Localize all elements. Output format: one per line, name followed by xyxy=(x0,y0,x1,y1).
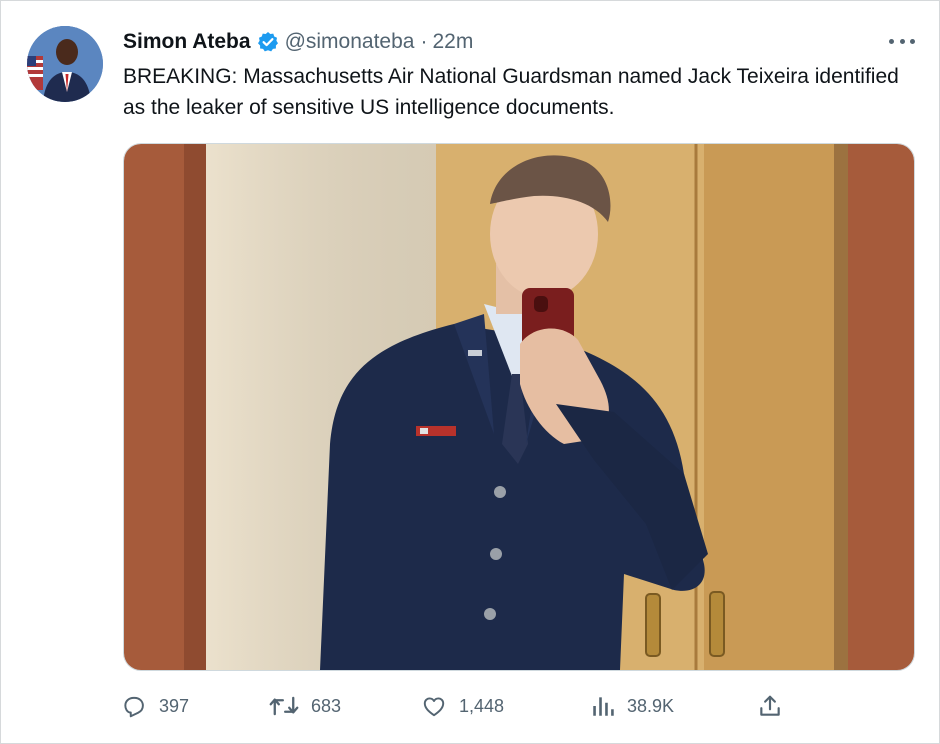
tweet-actions: 397 683 1,448 38.9K xyxy=(121,689,801,723)
views-chart-icon xyxy=(593,697,614,716)
header-separator: · xyxy=(420,30,428,53)
author-avatar[interactable] xyxy=(27,26,103,102)
views-button[interactable]: 38.9K xyxy=(591,689,674,723)
verified-badge-icon xyxy=(257,31,279,53)
tweet-card[interactable]: Simon Ateba @simonateba · 22m BREAKING: … xyxy=(0,0,940,744)
author-handle[interactable]: @simonateba xyxy=(285,30,415,54)
retweet-icon xyxy=(269,696,299,716)
retweet-button[interactable]: 683 xyxy=(269,689,341,723)
reply-button[interactable]: 397 xyxy=(121,689,189,723)
like-count: 1,448 xyxy=(459,695,505,716)
reply-icon xyxy=(124,696,144,718)
reply-count: 397 xyxy=(159,695,190,716)
share-button[interactable] xyxy=(757,689,795,723)
share-icon xyxy=(760,695,780,716)
retweet-count: 683 xyxy=(311,695,342,716)
more-horizontal-icon[interactable] xyxy=(889,31,915,51)
views-count: 38.9K xyxy=(627,695,675,716)
heart-icon xyxy=(423,697,445,717)
author-name[interactable]: Simon Ateba xyxy=(123,30,251,54)
tweet-header: Simon Ateba @simonateba · 22m xyxy=(123,27,473,57)
like-button[interactable]: 1,448 xyxy=(421,689,504,723)
tweet-text: BREAKING: Massachusetts Air National Gua… xyxy=(123,65,899,119)
tweet-photo[interactable] xyxy=(123,143,915,671)
tweet-timestamp[interactable]: 22m xyxy=(432,30,473,54)
